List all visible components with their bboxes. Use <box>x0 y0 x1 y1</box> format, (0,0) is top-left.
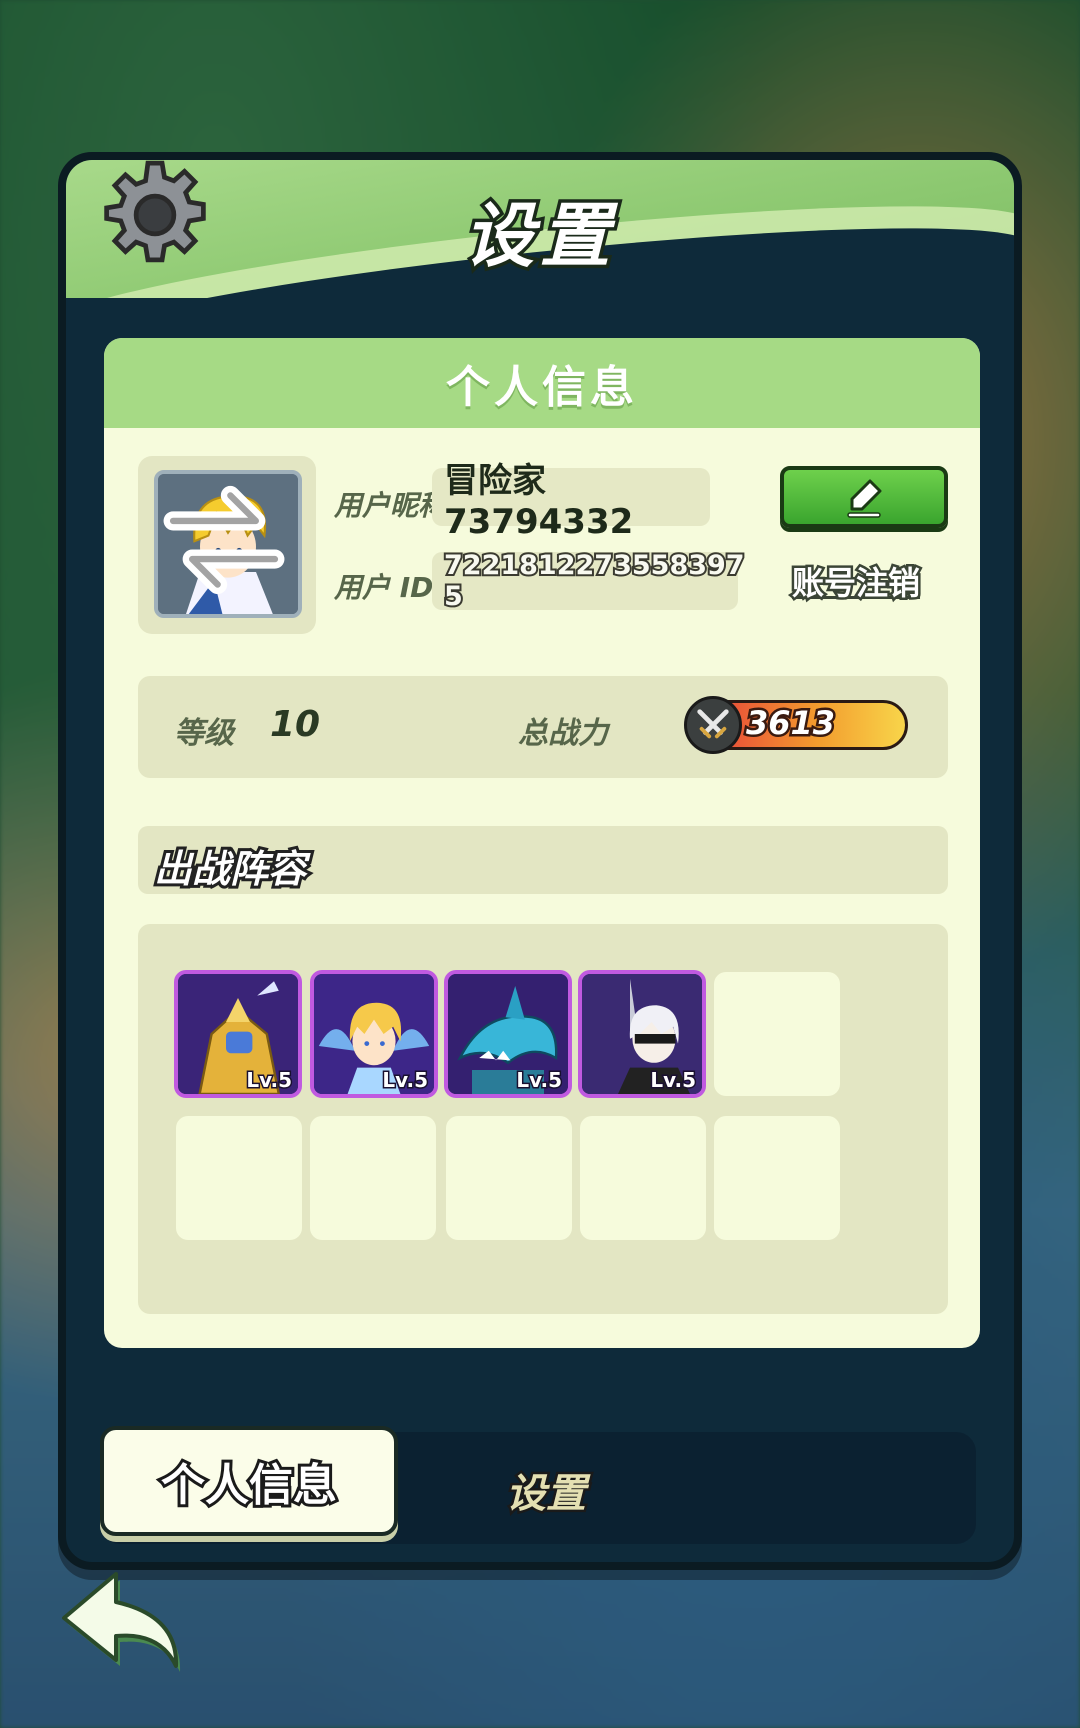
profile-panel-header: 个人信息 <box>104 338 980 428</box>
tab-settings-label: 设置 <box>504 1469 589 1520</box>
nickname-label: 用户昵称 <box>334 489 447 522</box>
empty-hero-slot[interactable] <box>310 1116 436 1240</box>
lineup-grid: Lv.5 Lv.5 Lv.5 Lv.5 <box>138 924 948 1314</box>
level-label: 等级 <box>174 716 234 751</box>
back-arrow-icon[interactable] <box>56 1566 188 1672</box>
profile-panel: 个人信息 用户昵称 冒险家73794332 用户 ID 722181227355… <box>104 338 980 1348</box>
empty-hero-slot[interactable] <box>714 972 840 1096</box>
lineup-header: 出战阵容 <box>138 826 948 894</box>
power-label: 总战力 <box>518 716 608 751</box>
empty-hero-slot[interactable] <box>176 1116 302 1240</box>
stats-card: 等级 10 总战力 3613 <box>138 676 948 778</box>
hero-level: Lv.5 <box>245 1067 294 1094</box>
tab-profile-label: 个人信息 <box>158 1457 340 1514</box>
tab-settings[interactable]: 设置 <box>466 1460 626 1520</box>
window-title: 设置 <box>461 192 616 281</box>
settings-window: 设置 个人信息 用户昵称 冒险家73794332 用户 ID 722181227… <box>58 152 1022 1570</box>
user-id-value: 7221812273558397​5 <box>432 548 747 614</box>
empty-hero-slot[interactable] <box>446 1116 572 1240</box>
avatar-frame[interactable] <box>138 456 316 634</box>
level-value: 10 <box>270 704 321 745</box>
hero-slot-1[interactable]: Lv.5 <box>174 970 302 1098</box>
avatar[interactable] <box>154 470 302 618</box>
lineup-title: 出战阵容 <box>151 844 309 894</box>
hero-slot-4[interactable]: Lv.5 <box>578 970 706 1098</box>
crossed-swords-icon <box>684 696 742 754</box>
hero-level: Lv.5 <box>381 1067 430 1094</box>
hero-slot-3[interactable]: Lv.5 <box>444 970 572 1098</box>
account-deletion-link[interactable]: 账号注销 <box>789 558 922 605</box>
profile-section-title: 个人信息 <box>446 362 638 413</box>
tab-profile[interactable]: 个人信息 <box>100 1426 398 1536</box>
hero-slot-2[interactable]: Lv.5 <box>310 970 438 1098</box>
nickname-value: 冒险家73794332 <box>432 461 710 542</box>
power-value: 3613 <box>743 702 837 745</box>
hero-level: Lv.5 <box>515 1067 564 1094</box>
pencil-edit-icon <box>847 479 882 518</box>
power-badge: 3613 <box>684 696 918 754</box>
empty-hero-slot[interactable] <box>580 1116 706 1240</box>
user-id-label: 用户 ID <box>334 571 434 604</box>
hero-level: Lv.5 <box>649 1067 698 1094</box>
edit-nickname-button[interactable] <box>780 466 948 528</box>
avatar-swap-icon[interactable] <box>154 470 294 610</box>
empty-hero-slot[interactable] <box>714 1116 840 1240</box>
